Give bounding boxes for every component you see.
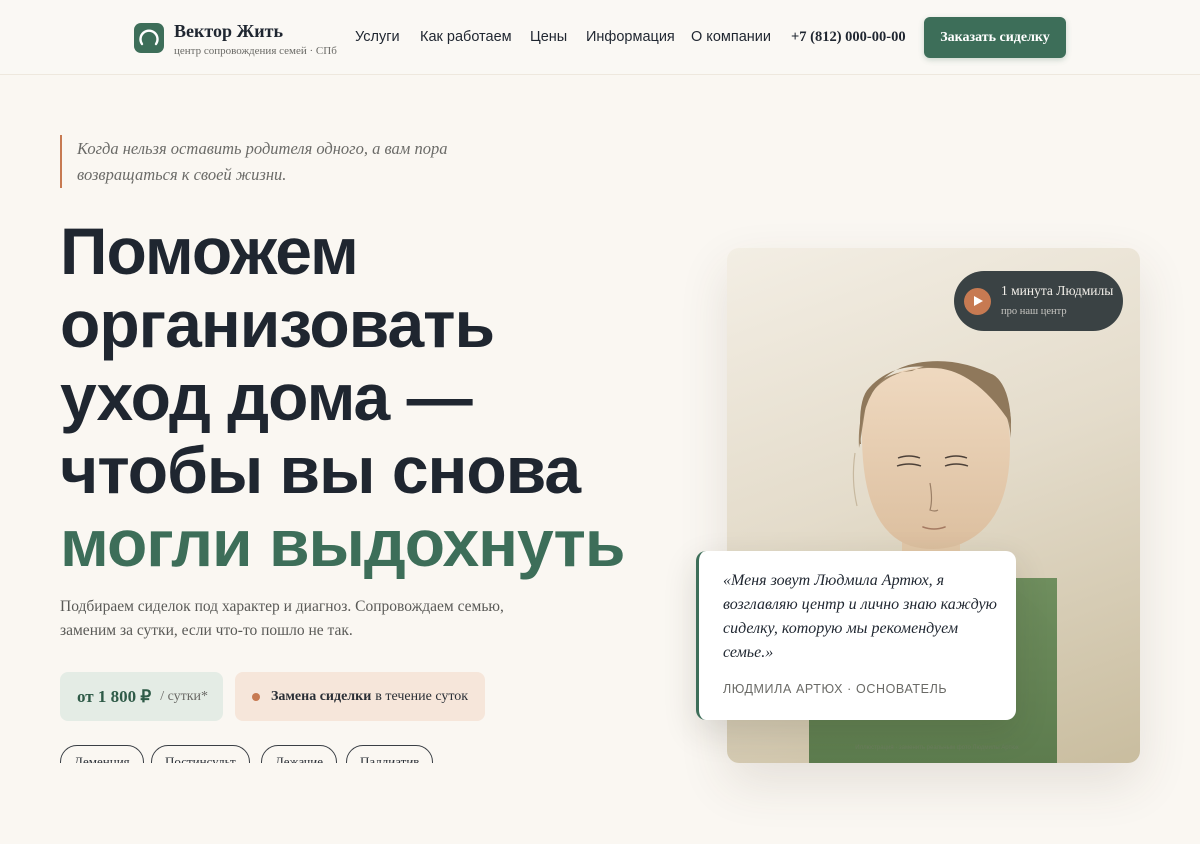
chip-post-stroke[interactable]: Постинсульт — [151, 745, 250, 763]
nav-item-about[interactable]: О компании — [691, 29, 771, 45]
video-title: 1 минута Людмилы — [1001, 283, 1114, 298]
status-dot-icon — [252, 692, 260, 701]
quote-author: ЛЮДМИЛА АРТЮХ · ОСНОВАТЕЛЬ — [723, 682, 948, 696]
phone-link[interactable]: +7 (812) 000-00-00 — [791, 29, 906, 46]
video-play-pill[interactable]: 1 минута Людмилы про наш центр — [954, 271, 1123, 331]
price-unit: / сутки* — [160, 688, 209, 704]
chip-bedridden[interactable]: Лежачие — [261, 745, 337, 763]
headline-line: Поможем — [60, 214, 359, 288]
diagnosis-chips: Деменция Постинсульт Лежачие Паллиатив — [55, 740, 475, 763]
brand-name[interactable]: Вектор Жить — [174, 21, 283, 42]
site-header: Вектор Жить центр сопровождения семей · … — [0, 0, 1200, 75]
arc-logo-icon[interactable] — [134, 23, 164, 53]
price-value: от 1 800 ₽ — [77, 686, 152, 706]
photo-credit: Иллюстрация · заменить реальным фото Люд… — [855, 745, 1019, 751]
tagline-accent-bar — [60, 135, 62, 188]
headline-line: организовать — [60, 287, 495, 361]
nav-item-how-we-work[interactable]: Как работаем — [420, 29, 512, 45]
order-caregiver-button[interactable]: Заказать сиделку — [924, 17, 1066, 58]
founder-quote-card: «Меня зовут Людмила Артюх, я возглавляю … — [696, 551, 1016, 720]
brand-subtitle: центр сопровождения семей · СПб — [174, 45, 337, 57]
replacement-text: в течение суток — [375, 688, 469, 704]
nav-item-prices[interactable]: Цены — [530, 29, 567, 45]
video-subtitle: про наш центр — [1001, 306, 1067, 317]
chip-dementia[interactable]: Деменция — [60, 745, 144, 763]
price-badge: от 1 800 ₽ / сутки* — [60, 672, 223, 721]
founder-quote: «Меня зовут Людмила Артюх, я возглавляю … — [723, 572, 997, 661]
hero-headline: Поможем организовать уход дома — чтобы в… — [60, 214, 625, 580]
replacement-badge: Замена сиделки в течение суток — [235, 672, 485, 721]
replacement-bold: Замена сиделки — [271, 688, 372, 704]
play-icon[interactable] — [964, 288, 991, 315]
chip-palliative[interactable]: Паллиатив — [346, 745, 434, 763]
hero-tagline: Когда нельзя оставить родителя одного, а… — [77, 139, 448, 184]
headline-line: чтобы вы снова — [60, 433, 581, 507]
hero-lead: Подбираем сиделок под характер и диагноз… — [60, 598, 504, 639]
nav-item-information[interactable]: Информация — [586, 29, 675, 45]
nav-item-services[interactable]: Услуги — [355, 29, 400, 45]
headline-line: уход дома — — [60, 360, 473, 434]
headline-accent: могли выдохнуть — [60, 506, 625, 580]
